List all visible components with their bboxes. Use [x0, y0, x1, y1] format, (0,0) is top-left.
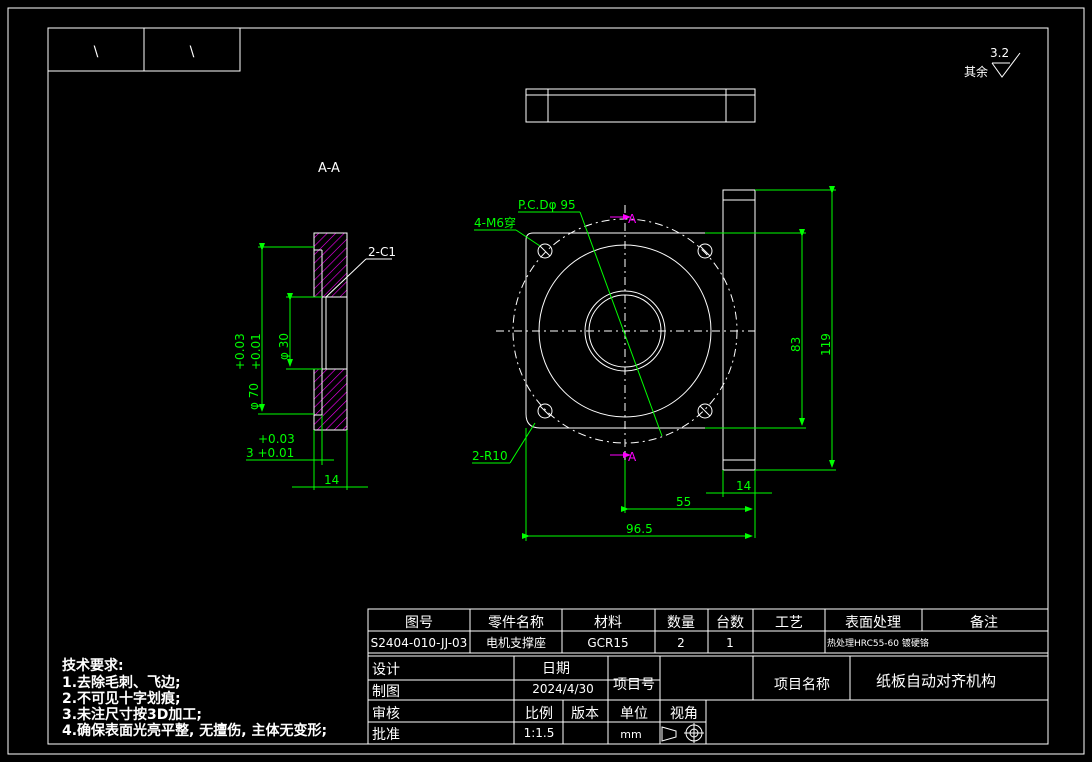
roughness-symbol: 3.2 其余 [964, 46, 1021, 79]
section-label: A-A [318, 161, 340, 176]
tech-item-2: 2.不可见十字划痕; [62, 690, 181, 707]
tb-h-material: 材料 [594, 615, 622, 631]
tb-project-name-label: 项目名称 [774, 677, 830, 693]
dim-radius: 2-R10 [472, 449, 508, 463]
tb-h-drawing-no: 图号 [405, 615, 433, 631]
cut-a-top: A [628, 212, 637, 226]
tb-date-label: 日期 [542, 661, 570, 677]
tech-item-4: 4.确保表面光亮平整, 无擅伤, 主体无变形; [62, 722, 327, 739]
dim-w96: 96.5 [626, 522, 653, 536]
tol-70-up: +0.03 [233, 333, 247, 370]
tb-h-part-name: 零件名称 [488, 615, 544, 631]
tb-v-part-name: 电机支撑座 [486, 635, 546, 650]
dim-w55: 55 [676, 495, 691, 509]
tb-v-units: 1 [726, 636, 734, 650]
tb-v-drawing-no: S2404-010-JJ-03 [371, 636, 468, 650]
tech-item-1: 1.去除毛刺、飞边; [62, 674, 181, 691]
tb-date-value: 2024/4/30 [532, 682, 594, 696]
tb-draw: 制图 [372, 684, 400, 700]
dim-c1: 2-C1 [368, 245, 396, 259]
cad-drawing: \ \ 3.2 其余 A-A 2-C1 +0.03 +0.01 φ 70 φ 3… [7, 7, 1085, 755]
roughness-label: 其余 [964, 64, 988, 79]
section-view: 2-C1 +0.03 +0.01 φ 70 φ 70 φ 30 +0.03 3 … [233, 232, 396, 490]
dim-w14-right: 14 [736, 479, 751, 493]
tb-v-material: GCR15 [587, 636, 628, 650]
tb-h-units: 台数 [716, 615, 744, 631]
tb-h-surface: 表面处理 [845, 615, 901, 631]
roughness-value: 3.2 [990, 46, 1009, 60]
top-view [525, 88, 756, 123]
tb-v-qty: 2 [677, 636, 685, 650]
tb-scale-label: 比例 [525, 706, 553, 722]
dim-w14-left: 14 [324, 473, 339, 487]
drawing-canvas: \ \ 3.2 其余 A-A 2-C1 +0.03 +0.01 φ 70 φ 3… [0, 0, 1092, 762]
tb-unit-value: mm [620, 728, 641, 741]
dim-d30: φ 30 [277, 333, 291, 360]
tb-unit-label: 单位 [620, 706, 648, 722]
corner-box-cell-1: \ [94, 44, 99, 60]
dim-holes: 4-M6穿 [474, 215, 516, 230]
tb-project-no: 项目号 [613, 677, 655, 693]
tech-item-3: 3.未注尺寸按3D加工; [62, 706, 202, 723]
tb-view-label: 视角 [670, 706, 698, 722]
title-block: 图号 零件名称 材料 数量 台数 工艺 表面处理 备注 S2404-010-JJ… [367, 608, 1049, 745]
corner-box-cell-2: \ [190, 44, 195, 60]
tech-title: 技术要求: [62, 657, 124, 674]
tb-design: 设计 [372, 662, 400, 678]
dim-h83: 83 [789, 337, 803, 352]
tb-h-process: 工艺 [775, 615, 803, 631]
tb-v-surface: 热处理HRC55-60 镀硬铬 [827, 637, 929, 649]
tb-check: 审核 [372, 706, 400, 722]
tb-project-name: 纸板自动对齐机构 [876, 672, 996, 690]
tb-version-label: 版本 [571, 706, 599, 722]
tb-h-qty: 数量 [667, 615, 695, 631]
dim-d3: 3 +0.01 [246, 446, 294, 460]
tb-scale-value: 1:1.5 [524, 726, 555, 740]
tol-70-low: +0.01 [249, 333, 263, 370]
tech-requirements: 技术要求: 1.去除毛刺、飞边; 2.不可见十字划痕; 3.未注尺寸按3D加工;… [62, 657, 327, 739]
corner-box: \ \ [47, 27, 241, 72]
inner-border [47, 27, 1049, 745]
dim-pcd: P.C.Dφ 95 [518, 198, 576, 212]
tb-h-remark: 备注 [970, 614, 998, 631]
front-view: A A P.C.Dφ 95 4-M6穿 2-R10 83 119 14 55 9… [472, 186, 836, 541]
dim-h119: 119 [819, 333, 833, 356]
tb-approve: 批准 [372, 727, 400, 743]
projection-symbol-icon [661, 723, 704, 743]
cut-a-bottom: A [628, 450, 637, 464]
dim-d70-visible: φ 70 [247, 383, 261, 410]
tol-3-up: +0.03 [258, 432, 295, 446]
